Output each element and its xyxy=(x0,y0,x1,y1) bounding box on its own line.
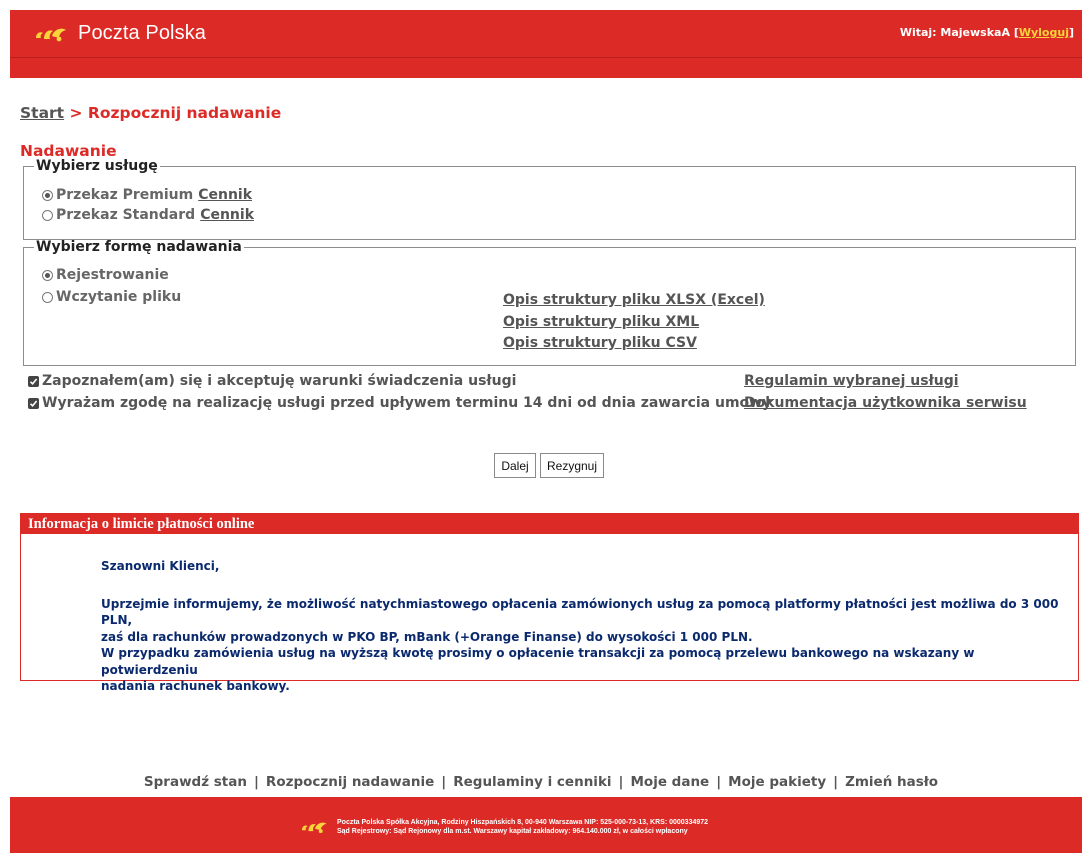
user-documentation-link[interactable]: Dokumentacja użytkownika serwisu xyxy=(744,395,1027,411)
radio-selected-icon[interactable] xyxy=(42,189,53,201)
checkbox-checked-icon[interactable] xyxy=(28,397,39,409)
footer-horn-logo-icon xyxy=(301,822,327,834)
footer-navigation: Sprawdź stan | Rozpocznij nadawanie | Regula… xyxy=(143,774,939,790)
cancel-button[interactable]: Rezygnuj xyxy=(540,453,604,478)
price-list-link[interactable]: Cennik xyxy=(200,207,254,223)
radio-unselected-icon[interactable] xyxy=(42,209,53,221)
breadcrumb-current: Rozpocznij nadawanie xyxy=(87,104,282,122)
checkbox-checked-icon[interactable] xyxy=(28,375,39,387)
info-line: nadania rachunek bankowy. xyxy=(101,679,290,693)
service-option-premium[interactable]: Przekaz Premium Cennik xyxy=(42,187,252,203)
info-panel-title: Informacja o limicie płatności online xyxy=(21,514,1078,534)
greeting-text: Witaj: MajewskaA xyxy=(899,26,1010,39)
breadcrumb-separator: > xyxy=(69,104,83,122)
consent-terms-row: Zapoznałem(am) się i akceptuję warunki ś… xyxy=(28,373,516,389)
footer-link-my-data[interactable]: Moje dane xyxy=(630,774,709,790)
poczta-polska-horn-logo-icon xyxy=(36,28,66,41)
footer-link-change-password[interactable]: Zmień hasło xyxy=(845,774,938,790)
mode-option-file-upload[interactable]: Wczytanie pliku xyxy=(42,289,181,305)
radio-unselected-icon[interactable] xyxy=(42,291,53,303)
service-legend: Wybierz usługę xyxy=(36,158,158,174)
info-line: W przypadku zamówienia usług na wyższą k… xyxy=(101,646,975,677)
mode-option-label: Rejestrowanie xyxy=(56,267,169,283)
consent-early-start-row: Wyrażam zgodę na realizację usługi przed… xyxy=(28,395,771,411)
csv-structure-link[interactable]: Opis struktury pliku CSV xyxy=(503,335,697,351)
mode-legend: Wybierz formę nadawania xyxy=(36,239,242,255)
payment-limit-info-panel: Informacja o limicie płatności online Sz… xyxy=(20,513,1079,693)
logout-bracket-close: ] xyxy=(1068,26,1074,39)
service-regulations-link[interactable]: Regulamin wybranej usługi xyxy=(744,373,959,389)
info-panel-body: Szanowni Klienci, Uprzejmie informujemy,… xyxy=(101,558,1062,695)
logout-link[interactable]: Wyloguj xyxy=(1019,26,1069,39)
footer-link-check-status[interactable]: Sprawdź stan xyxy=(144,774,247,790)
logo[interactable]: Poczta Polska xyxy=(32,22,206,45)
company-info: Poczta Polska Spółka Akcyjna, Rodziny Hi… xyxy=(337,818,708,836)
user-greeting: Witaj: MajewskaA [Wyloguj] xyxy=(900,26,1074,39)
next-button[interactable]: Dalej xyxy=(494,453,536,478)
mode-option-register[interactable]: Rejestrowanie xyxy=(42,267,169,283)
info-line: zaś dla rachunków prowadzonych w PKO BP,… xyxy=(101,629,753,644)
info-line: Uprzejmie informujemy, że możliwość naty… xyxy=(101,596,1059,628)
company-info-line: Sąd Rejestrowy: Sąd Rejonowy dla m.st. W… xyxy=(337,828,688,835)
breadcrumb-start-link[interactable]: Start xyxy=(20,104,64,122)
radio-selected-icon[interactable] xyxy=(42,269,53,281)
xlsx-structure-link[interactable]: Opis struktury pliku XLSX (Excel) xyxy=(503,292,765,308)
brand-name: Poczta Polska xyxy=(78,22,207,44)
xml-structure-link[interactable]: Opis struktury pliku XML xyxy=(503,314,699,330)
consent-early-start-label: Wyrażam zgodę na realizację usługi przed… xyxy=(42,395,772,411)
footer-link-my-packages[interactable]: Moje pakiety xyxy=(728,774,826,790)
service-option-standard[interactable]: Przekaz Standard Cennik xyxy=(42,207,254,223)
service-option-label: Przekaz Premium xyxy=(56,187,194,203)
header-bar: Poczta Polska Witaj: MajewskaA [Wyloguj] xyxy=(10,10,1082,78)
price-list-link[interactable]: Cennik xyxy=(198,187,252,203)
consent-terms-label: Zapoznałem(am) się i akceptuję warunki ś… xyxy=(42,373,517,389)
mode-option-label: Wczytanie pliku xyxy=(56,289,182,305)
footer-link-regulations[interactable]: Regulaminy i cenniki xyxy=(453,774,611,790)
footer-link-start-sending[interactable]: Rozpocznij nadawanie xyxy=(266,774,434,790)
header-divider xyxy=(10,57,1082,58)
company-info-line: Poczta Polska Spółka Akcyjna, Rodziny Hi… xyxy=(337,819,709,826)
info-greeting: Szanowni Klienci, xyxy=(101,559,220,573)
breadcrumb: Start > Rozpocznij nadawanie xyxy=(20,104,281,122)
footer-bar: Poczta Polska Spółka Akcyjna, Rodziny Hi… xyxy=(10,797,1082,853)
service-option-label: Przekaz Standard xyxy=(56,207,196,223)
